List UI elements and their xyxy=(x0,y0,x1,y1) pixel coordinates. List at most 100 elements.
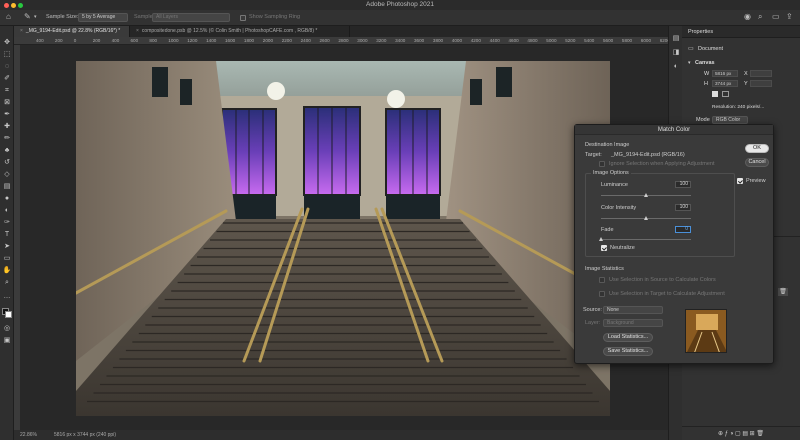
layer-select[interactable]: Background xyxy=(603,319,663,327)
use-selection-source-checkbox[interactable] xyxy=(599,277,605,283)
brush-tool-icon[interactable]: ✏ xyxy=(2,134,12,143)
screen-mode-icon[interactable]: ▣ xyxy=(2,336,12,345)
more-tools-icon[interactable]: … xyxy=(2,292,12,301)
crop-tool-icon[interactable]: ⌗ xyxy=(2,86,12,95)
close-tab-icon[interactable]: × xyxy=(20,28,23,34)
sample-select[interactable]: All Layers xyxy=(152,13,230,22)
target-label: Target: xyxy=(585,152,602,158)
ruler-tick-label: 0 xyxy=(73,38,77,43)
ruler-tick-label: 4200 xyxy=(470,38,481,43)
ruler-tick-label: 400 xyxy=(36,38,44,43)
eraser-tool-icon[interactable]: ◇ xyxy=(2,170,12,179)
portrait-icon[interactable] xyxy=(712,91,718,97)
panel-icon[interactable]: ◐ xyxy=(671,62,681,71)
fade-slider-knob[interactable] xyxy=(598,237,603,241)
clone-stamp-icon[interactable]: ♣ xyxy=(2,146,12,155)
preview-label: Preview xyxy=(746,178,766,184)
luminance-input[interactable]: 100 xyxy=(675,181,691,188)
ignore-selection-checkbox[interactable] xyxy=(599,161,605,167)
horizontal-ruler[interactable]: 400 200 0 200 400 600 800 1000 1200 1400 1600 1800 2… xyxy=(14,37,670,45)
ignore-selection-label: Ignore Selection when Applying Adjustmen… xyxy=(609,161,715,167)
y-label: Y xyxy=(744,81,748,87)
show-sampling-ring-checkbox[interactable] xyxy=(240,15,246,21)
layer-buttons-icons[interactable]: ⊕ ƒ ◑ ▢ ▤ ⊞ 🗑 xyxy=(718,430,764,437)
gradient-tool-icon[interactable]: ▤ xyxy=(2,182,12,191)
history-brush-icon[interactable]: ↺ xyxy=(2,158,12,167)
frame-tool-icon[interactable]: ⊠ xyxy=(2,98,12,107)
ok-button[interactable]: OK xyxy=(745,144,769,153)
height-field[interactable]: 3744 px xyxy=(712,80,738,87)
close-window-button[interactable] xyxy=(4,2,9,8)
height-label: H xyxy=(704,81,708,87)
preview-checkbox[interactable] xyxy=(737,178,743,184)
canvas-area[interactable] xyxy=(20,45,668,430)
tab-document-2[interactable]: × compositedone.psb @ 12.5% (© Colin Smit… xyxy=(130,26,350,37)
luminance-slider-knob[interactable] xyxy=(643,193,648,197)
chevron-down-icon[interactable]: ▾ xyxy=(34,14,37,20)
status-bar: 22.86% 5816 px x 3744 px (240 ppi) xyxy=(14,430,668,440)
color-intensity-input[interactable]: 100 xyxy=(675,204,691,211)
mode-select[interactable]: RGB Color xyxy=(712,116,748,124)
dialog-title: Match Color xyxy=(575,125,773,135)
hand-tool-icon[interactable]: ✋ xyxy=(2,266,12,275)
sample-size-select[interactable]: 5 by 5 Average xyxy=(78,13,128,22)
panel-icon[interactable]: ◨ xyxy=(671,48,681,57)
canvas-section-label: Canvas xyxy=(695,60,715,66)
save-statistics-button[interactable]: Save Statistics... xyxy=(603,347,653,356)
source-select[interactable]: None xyxy=(603,306,663,314)
search-icon[interactable]: ⌕ xyxy=(758,12,762,22)
document-label: Document xyxy=(698,46,724,52)
path-select-icon[interactable]: ➤ xyxy=(2,242,12,251)
minimize-window-button[interactable] xyxy=(11,2,16,8)
tab-label: _MG_9194-Edit.psd @ 22.8% (RGB/16*) * xyxy=(25,28,121,34)
fade-slider-track[interactable] xyxy=(601,239,691,240)
image-options-heading: Image Options xyxy=(591,170,631,176)
neutralize-checkbox[interactable] xyxy=(601,245,607,251)
ruler-tick-label: 5200 xyxy=(565,38,576,43)
color-intensity-slider-knob[interactable] xyxy=(643,216,648,220)
y-field[interactable] xyxy=(750,80,772,87)
document-image[interactable] xyxy=(76,61,610,416)
tab-document-1[interactable]: × _MG_9194-Edit.psd @ 22.8% (RGB/16*) * xyxy=(14,26,130,37)
load-statistics-button[interactable]: Load Statistics... xyxy=(603,333,653,342)
dodge-tool-icon[interactable]: ◐ xyxy=(2,206,12,215)
lasso-tool-icon[interactable]: ◌ xyxy=(2,62,12,71)
collapse-icon[interactable]: ▾ xyxy=(688,60,691,66)
pen-tool-icon[interactable]: ✑ xyxy=(2,218,12,227)
zoom-level[interactable]: 22.86% xyxy=(20,430,37,440)
home-icon[interactable]: ⌂ xyxy=(6,12,11,21)
eyedropper-tool-icon[interactable]: ✎ xyxy=(24,12,31,21)
trash-icon[interactable]: 🗑 xyxy=(778,288,788,296)
quick-select-tool-icon[interactable]: ✐ xyxy=(2,74,12,83)
zoom-window-button[interactable] xyxy=(18,2,23,8)
background-color-swatch[interactable] xyxy=(5,311,12,318)
type-tool-icon[interactable]: T xyxy=(2,230,12,239)
width-field[interactable]: 5816 px xyxy=(712,70,738,77)
quick-mask-icon[interactable]: ◎ xyxy=(2,324,12,333)
show-sampling-ring-label: Show Sampling Ring xyxy=(249,14,301,20)
ruler-tick-label: 2600 xyxy=(319,38,330,43)
blur-tool-icon[interactable]: ● xyxy=(2,194,12,203)
zoom-tool-icon[interactable]: ⌕ xyxy=(2,278,12,287)
ruler-tick-label: 400 xyxy=(111,38,120,43)
landscape-icon[interactable] xyxy=(722,91,729,97)
shape-tool-icon[interactable]: ▭ xyxy=(2,254,12,263)
share-icon[interactable]: ⇪ xyxy=(786,12,793,21)
ruler-tick-label: 3800 xyxy=(432,38,444,43)
use-selection-target-checkbox[interactable] xyxy=(599,291,605,297)
panel-icon[interactable]: ▤ xyxy=(671,34,681,43)
fade-input[interactable]: 0 xyxy=(675,226,691,233)
properties-tab[interactable]: Properties xyxy=(688,29,713,35)
eyedropper-icon[interactable]: ✒ xyxy=(2,110,12,119)
x-field[interactable] xyxy=(750,70,772,77)
cancel-button[interactable]: Cancel xyxy=(745,158,769,167)
account-icon[interactable]: ◉ xyxy=(744,12,751,21)
close-tab-icon[interactable]: × xyxy=(136,28,139,34)
image-statistics-heading: Image Statistics xyxy=(585,266,624,272)
healing-brush-icon[interactable]: ✚ xyxy=(2,122,12,131)
move-tool-icon[interactable]: ✥ xyxy=(2,38,12,47)
ruler-tick-label: 1000 xyxy=(168,38,179,43)
marquee-tool-icon[interactable]: ⬚ xyxy=(2,50,12,59)
ruler-tick-label: 2200 xyxy=(281,38,292,43)
workspace-icon[interactable]: ▭ xyxy=(772,12,780,21)
